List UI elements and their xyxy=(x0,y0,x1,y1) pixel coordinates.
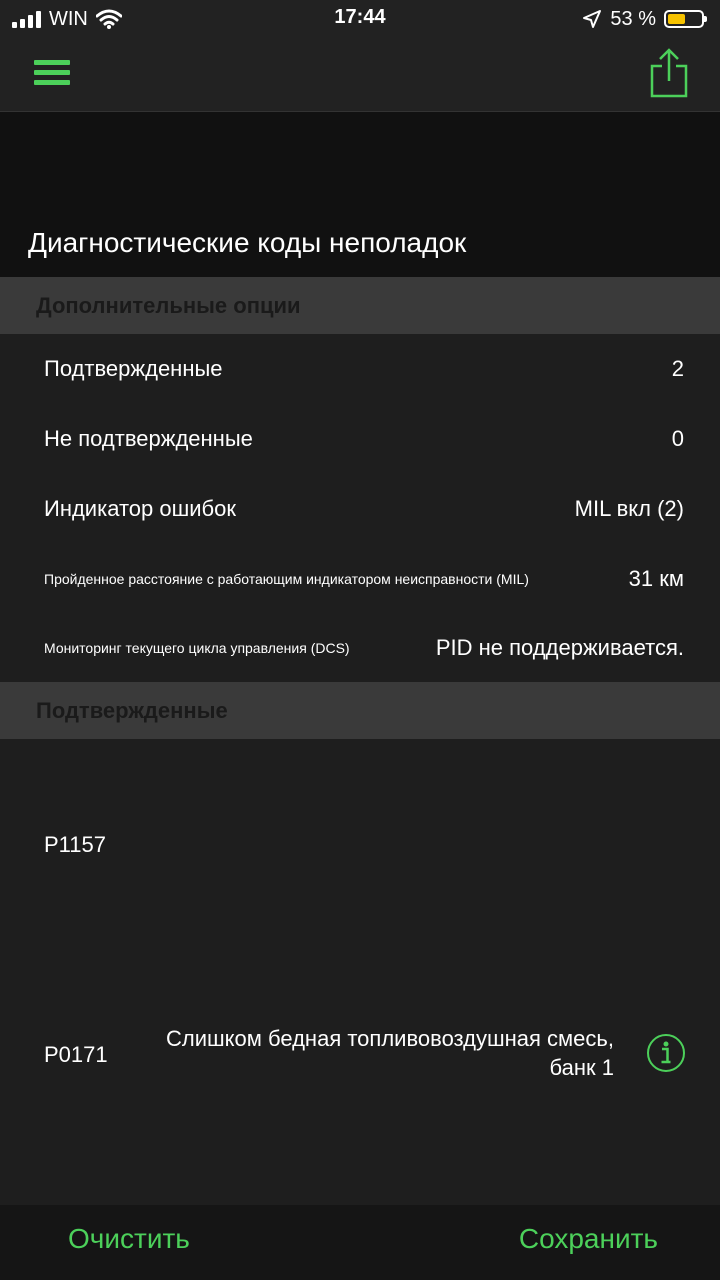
option-label: Не подтвержденные xyxy=(44,426,253,451)
option-row-mil-distance: Пройденное расстояние с работающим индик… xyxy=(0,544,720,614)
page-header: Диагностические коды неполадок xyxy=(0,112,720,277)
option-row-dcs: Мониторинг текущего цикла управления (DC… xyxy=(0,614,720,682)
share-icon[interactable] xyxy=(648,48,690,98)
option-value: 31 км xyxy=(628,566,684,591)
section-header-label: Дополнительные опции xyxy=(36,293,301,318)
status-right: 53 % xyxy=(582,6,707,32)
location-arrow-icon xyxy=(583,10,602,28)
hamburger-menu-icon[interactable] xyxy=(34,60,70,86)
trouble-code-row[interactable]: P0171 Слишком бедная топливовоздушная см… xyxy=(0,950,720,1160)
option-label: Мониторинг текущего цикла управления (DC… xyxy=(44,639,350,656)
option-row-confirmed: Подтвержденные 2 xyxy=(0,334,720,404)
section-header-confirmed: Подтвержденные xyxy=(0,682,720,739)
option-value: MIL вкл (2) xyxy=(574,496,684,521)
trouble-code-row[interactable]: P1157 xyxy=(0,740,720,950)
option-label: Пройденное расстояние с работающим индик… xyxy=(44,570,529,587)
battery-percent: 53 % xyxy=(610,7,656,30)
option-label: Подтвержденные xyxy=(44,356,223,381)
save-button[interactable]: Сохранить xyxy=(519,1223,658,1255)
battery-icon xyxy=(664,10,707,28)
option-row-error-indicator: Индикатор ошибок MIL вкл (2) xyxy=(0,474,720,544)
option-row-unconfirmed: Не подтвержденные 0 xyxy=(0,404,720,474)
option-value: PID не поддерживается. xyxy=(435,635,684,660)
nav-bar xyxy=(0,38,720,112)
bottom-bar: Очистить Сохранить xyxy=(0,1205,720,1280)
trouble-code: P1157 xyxy=(44,832,106,857)
page-title: Диагностические коды неполадок xyxy=(28,227,467,258)
info-icon[interactable] xyxy=(646,1033,686,1073)
status-bar: WIN 17:44 53 % xyxy=(0,0,720,38)
option-value: 0 xyxy=(671,426,684,451)
option-label: Индикатор ошибок xyxy=(44,496,236,521)
trouble-code: P0171 xyxy=(44,1042,108,1067)
section-header-options: Дополнительные опции xyxy=(0,277,720,334)
option-value: 2 xyxy=(671,356,684,381)
clear-button[interactable]: Очистить xyxy=(68,1223,190,1255)
section-header-label: Подтвержденные xyxy=(36,698,228,723)
trouble-code-description: Слишком бедная топливовоздушная смесь, б… xyxy=(165,1026,614,1080)
